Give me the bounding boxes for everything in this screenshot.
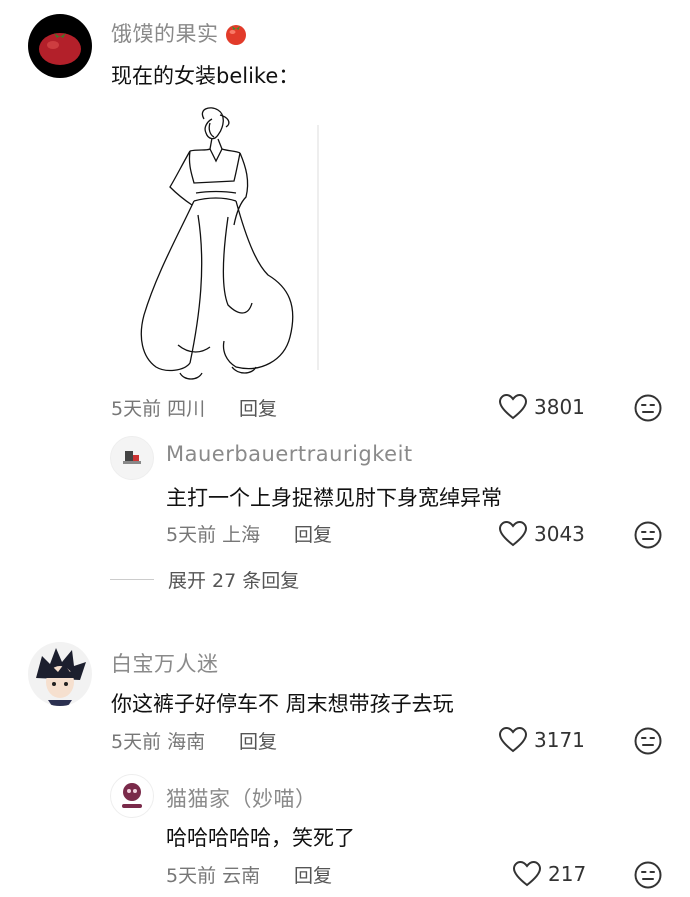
avatar-reply-user[interactable] bbox=[110, 436, 154, 480]
avatar-reply-user[interactable] bbox=[110, 774, 154, 818]
like-count: 3171 bbox=[534, 728, 585, 752]
like-button[interactable]: 3043 bbox=[498, 520, 585, 548]
comment-meta: 5天前 四川 bbox=[111, 398, 206, 420]
avatar-anime-boy[interactable] bbox=[28, 642, 92, 706]
dislike-button[interactable] bbox=[633, 726, 663, 756]
expand-replies-label: 展开 27 条回复 bbox=[168, 570, 300, 592]
reply-text: 主打一个上身捉襟见肘下身宽绰异常 bbox=[166, 486, 502, 510]
neutral-face-icon bbox=[634, 727, 662, 755]
dislike-button[interactable] bbox=[633, 393, 663, 423]
comment-meta: 5天前 海南 bbox=[111, 731, 206, 753]
neutral-face-icon bbox=[634, 394, 662, 422]
dislike-button[interactable] bbox=[633, 860, 663, 890]
avatar-image bbox=[122, 783, 142, 808]
reply-button[interactable]: 回复 bbox=[239, 727, 277, 754]
dislike-button[interactable] bbox=[633, 520, 663, 550]
reply-username[interactable]: 猫猫家（妙喵） bbox=[166, 783, 317, 813]
avatar-image bbox=[123, 451, 141, 464]
comment-text: 现在的女装belike： bbox=[111, 64, 300, 88]
expand-divider bbox=[110, 579, 154, 580]
reply-button[interactable]: 回复 bbox=[294, 520, 332, 547]
tomato-emoji-icon bbox=[225, 25, 246, 45]
heart-outline-icon bbox=[512, 860, 542, 887]
comment-username[interactable]: 饿馍的果实 bbox=[111, 18, 249, 48]
reply-text: 哈哈哈哈哈，笑死了 bbox=[166, 826, 355, 850]
neutral-face-icon bbox=[634, 521, 662, 549]
like-count: 3043 bbox=[534, 522, 585, 546]
reply-meta: 5天前 上海 bbox=[166, 524, 261, 546]
avatar-tomato[interactable] bbox=[28, 14, 92, 78]
reply-meta: 5天前 云南 bbox=[166, 865, 261, 887]
like-button[interactable]: 3171 bbox=[498, 726, 585, 754]
sketch-drawing bbox=[140, 107, 319, 380]
comment-text: 你这裤子好停车不 周末想带孩子去玩 bbox=[111, 692, 454, 716]
expand-replies-button[interactable]: 展开 27 条回复 bbox=[110, 566, 299, 593]
reply-button[interactable]: 回复 bbox=[239, 394, 277, 421]
comment-username[interactable]: 白宝万人迷 bbox=[111, 648, 219, 678]
neutral-face-icon bbox=[634, 861, 662, 889]
reply-button[interactable]: 回复 bbox=[294, 861, 332, 888]
comment-image-sketch[interactable] bbox=[128, 105, 323, 390]
heart-outline-icon bbox=[498, 393, 528, 420]
avatar-image bbox=[36, 648, 86, 706]
heart-outline-icon bbox=[498, 520, 528, 547]
tomato-avatar-image bbox=[39, 33, 81, 65]
like-button[interactable]: 217 bbox=[512, 860, 586, 888]
heart-outline-icon bbox=[498, 726, 528, 753]
username-text[interactable]: 饿馍的果实 bbox=[111, 18, 219, 48]
reply-username[interactable]: Mauerbauertraurigkeit bbox=[166, 442, 413, 466]
like-button[interactable]: 3801 bbox=[498, 393, 585, 421]
like-count: 217 bbox=[548, 862, 587, 886]
like-count: 3801 bbox=[534, 395, 585, 419]
